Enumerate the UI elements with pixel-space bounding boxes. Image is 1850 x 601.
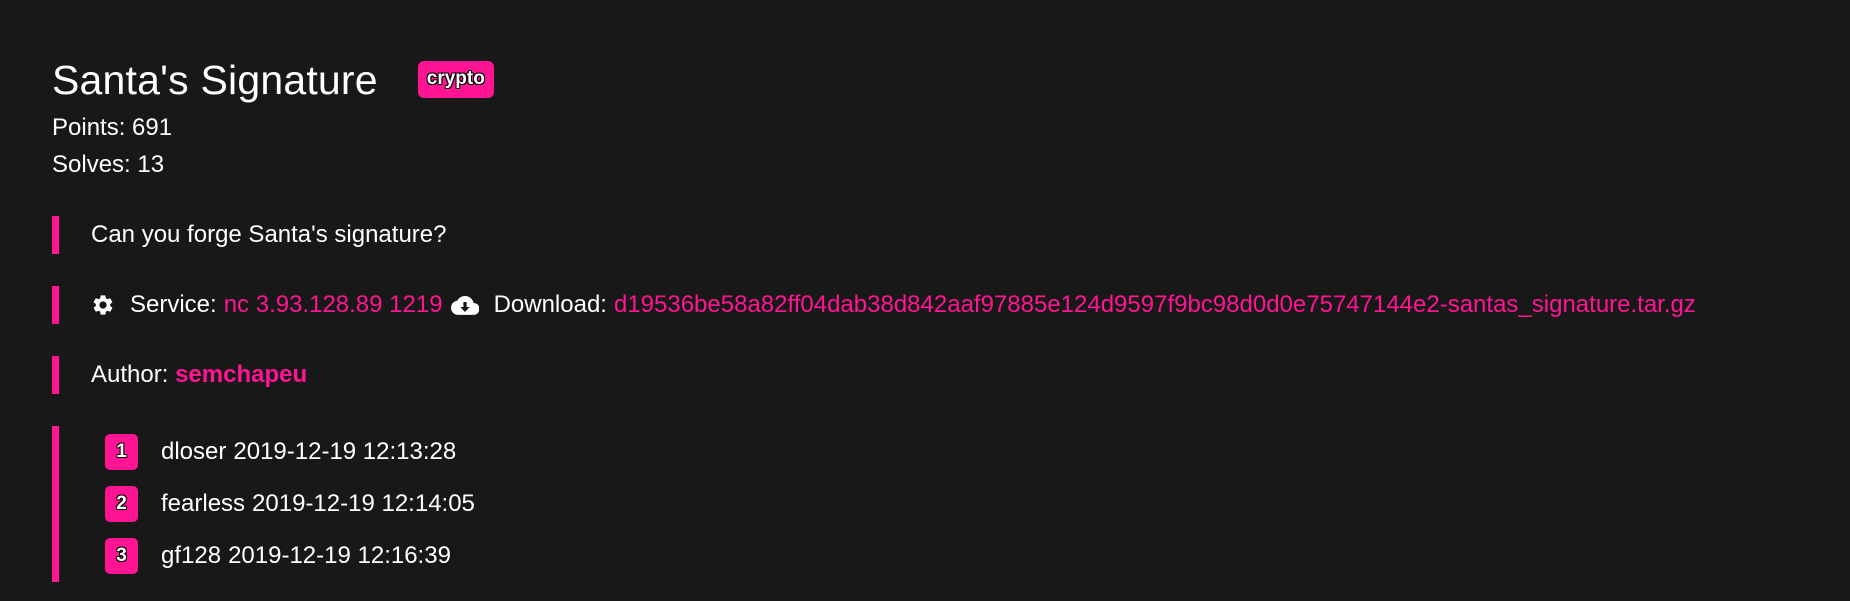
service-label: Service: <box>130 291 217 318</box>
service-command-link[interactable]: nc 3.93.128.89 1219 <box>224 287 443 323</box>
service-download-line: Service: nc 3.93.128.89 1219 Download: d… <box>91 287 1696 323</box>
author-link[interactable]: semchapeu <box>175 361 307 388</box>
solver-row: 1 dloser 2019-12-19 12:13:28 <box>105 434 456 470</box>
author-label: Author: <box>91 361 169 388</box>
points-stat: Points: 691 <box>52 112 172 144</box>
title-row: Santa's Signature crypto <box>52 52 494 108</box>
solves-value: 13 <box>137 151 165 178</box>
rank-badge: 1 <box>105 434 138 470</box>
download-label: Download: <box>493 291 607 318</box>
solver-row: 2 fearless 2019-12-19 12:14:05 <box>105 486 475 522</box>
solver-row: 3 gf128 2019-12-19 12:16:39 <box>105 538 451 574</box>
challenge-description: Can you forge Santa's signature? <box>91 221 447 248</box>
description-bar <box>52 216 59 254</box>
solves-stat: Solves: 13 <box>52 149 164 181</box>
download-file-link[interactable]: d19536be58a82ff04dab38d842aaf97885e124d9… <box>614 287 1696 323</box>
solver-name: dloser <box>161 438 227 465</box>
solve-time: 2019-12-19 12:14:05 <box>252 490 475 517</box>
category-badge: crypto <box>417 60 494 98</box>
rank-badge: 2 <box>105 486 138 522</box>
solvers-bar <box>52 426 59 582</box>
service-bar <box>52 286 59 324</box>
points-value: 691 <box>132 114 173 141</box>
solves-label: Solves: <box>52 151 131 178</box>
solve-time: 2019-12-19 12:13:28 <box>233 438 457 465</box>
rank-badge: 3 <box>105 538 138 574</box>
challenge-title: Santa's Signature <box>52 57 378 103</box>
points-label: Points: <box>52 114 126 141</box>
cloud-download-icon <box>450 296 479 315</box>
solve-time: 2019-12-19 12:16:39 <box>228 542 451 569</box>
challenge-page: Santa's Signature crypto Points: 691 Sol… <box>0 0 1850 601</box>
solver-name: gf128 <box>161 542 222 569</box>
solver-name: fearless <box>161 490 246 517</box>
gear-icon <box>93 295 113 315</box>
author-bar <box>52 356 59 394</box>
author-line: Author: semchapeu <box>91 357 307 393</box>
